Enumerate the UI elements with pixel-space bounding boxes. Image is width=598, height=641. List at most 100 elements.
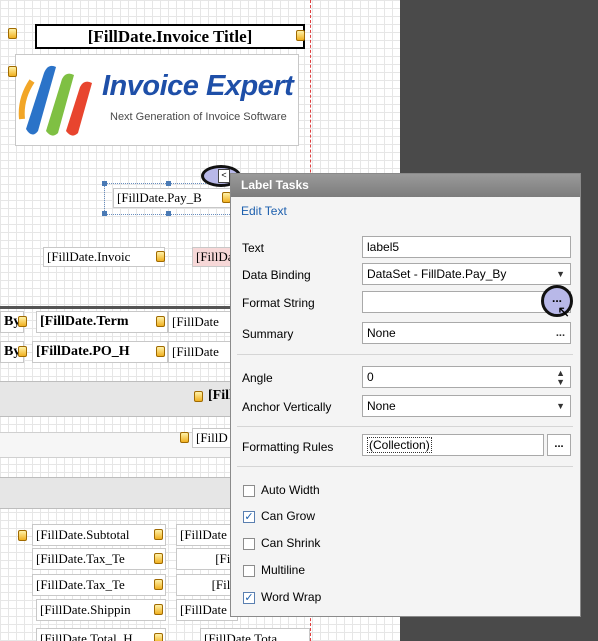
format-string-input[interactable] (362, 291, 571, 313)
logo-box[interactable]: Invoice Expert Next Generation of Invoic… (15, 54, 299, 146)
can-shrink-checkbox[interactable]: Can Shrink (243, 535, 320, 551)
summary-value: None (367, 326, 396, 340)
formatting-rules-ellipsis-button[interactable]: ... (547, 434, 571, 456)
divider (237, 426, 573, 427)
bind-pin-icon (154, 579, 163, 590)
subtotal-field[interactable]: [FillDate.Subtotal (32, 524, 166, 546)
bind-pin-icon (8, 66, 17, 77)
bind-pin-icon (156, 316, 165, 327)
divider (237, 354, 573, 355)
text-input[interactable]: label5 (362, 236, 571, 258)
chevron-down-icon: ▼ (556, 401, 565, 411)
tax1-right-field[interactable]: [Fil (176, 548, 238, 570)
logo-name: Invoice Expert (102, 70, 294, 102)
formatting-rules-label: Formatting Rules (242, 440, 334, 454)
bind-pin-icon (8, 28, 17, 39)
word-wrap-label: Word Wrap (261, 590, 322, 604)
resize-handle[interactable] (166, 181, 171, 186)
edit-text-link[interactable]: Edit Text (241, 204, 287, 218)
bind-pin-icon (18, 316, 27, 327)
bind-pin-icon (194, 391, 203, 402)
subtotal-right-field[interactable]: [FillDate (176, 524, 238, 546)
chevron-down-icon: ▼ (556, 269, 565, 279)
formatting-rules-value: (Collection) (367, 437, 432, 453)
total-right-text: [FillDate.Tota (204, 631, 278, 641)
ellipsis-icon: ... (554, 438, 564, 450)
checkbox-unchecked-icon (243, 484, 255, 497)
anchor-vertically-select[interactable]: None ▼ (362, 395, 571, 417)
tax2-text: [FillDate.Tax_Te (36, 577, 125, 592)
data-binding-label: Data Binding (242, 268, 311, 282)
terms-right-field[interactable]: [FillDate (168, 311, 238, 333)
bind-pin-icon (156, 346, 165, 357)
bind-pin-icon (154, 553, 163, 564)
checkbox-unchecked-icon (243, 537, 255, 550)
shipping-right-field[interactable]: [FillDate (176, 599, 238, 621)
checkbox-checked-icon: ✓ (243, 510, 255, 523)
tax2-field[interactable]: [FillDate.Tax_Te (32, 574, 166, 596)
format-string-label: Format String (242, 296, 315, 310)
band2-text: [FillD (196, 430, 228, 445)
subtotal-right-text: [FillDate (180, 527, 227, 542)
tax1-field[interactable]: [FillDate.Tax_Te (32, 548, 166, 570)
invoice-number-field[interactable]: [FillDate.Invoic (43, 247, 165, 267)
terms-text: [FillDate.Term (40, 314, 129, 329)
total-right-field[interactable]: [FillDate.Tota (200, 628, 310, 641)
multiline-label: Multiline (261, 563, 306, 577)
shipping-field[interactable]: [FillDate.Shippin (36, 599, 166, 621)
data-binding-select[interactable]: DataSet - FillDate.Pay_By ▼ (362, 263, 571, 285)
terms-field[interactable]: [FillDate.Term (36, 311, 168, 333)
invoice-number-text: [FillDate.Invoic (47, 249, 131, 264)
summary-label: Summary (242, 327, 294, 341)
auto-width-label: Auto Width (261, 483, 320, 497)
divider (237, 466, 573, 467)
spinner-arrows-icon: ▲ ▼ (556, 368, 565, 387)
multiline-checkbox[interactable]: Multiline (243, 562, 305, 578)
bind-pin-icon (156, 251, 165, 262)
resize-handle[interactable] (102, 211, 107, 216)
po-right-field[interactable]: [FillDate (168, 341, 238, 363)
po-text: [FillDate.PO_H (36, 344, 130, 359)
can-grow-checkbox[interactable]: ✓ Can Grow (243, 508, 315, 524)
angle-label: Angle (242, 371, 273, 385)
total-text: [FillDate.Total_H (40, 631, 133, 641)
tax2-right-field[interactable]: [Fill (176, 574, 238, 596)
word-wrap-checkbox[interactable]: ✓ Word Wrap (243, 589, 321, 605)
resize-handle[interactable] (102, 181, 107, 186)
total-field[interactable]: [FillDate.Total_H (36, 628, 166, 641)
bind-pin-icon (18, 346, 27, 357)
anchor-vertically-value: None (367, 399, 396, 413)
data-binding-value: DataSet - FillDate.Pay_By (367, 267, 507, 281)
ellipsis-button[interactable]: ... (556, 323, 565, 343)
summary-input[interactable]: None ... (362, 322, 571, 344)
terms-right-text: [FillDate (172, 314, 219, 329)
bind-pin-icon (18, 530, 27, 541)
shipping-text: [FillDate.Shippin (40, 602, 131, 617)
pay-by-field[interactable]: [FillDate.Pay_B (113, 188, 231, 208)
subtotal-text: [FillDate.Subtotal (36, 527, 130, 542)
po-field[interactable]: [FillDate.PO_H (32, 341, 168, 363)
logo-tagline: Next Generation of Invoice Software (110, 111, 287, 123)
formatting-rules-input[interactable]: (Collection) (362, 434, 544, 456)
bind-pin-icon (296, 30, 305, 41)
text-label: Text (242, 241, 265, 255)
angle-value: 0 (367, 370, 374, 384)
anchor-vertically-label: Anchor Vertically (242, 400, 332, 414)
tax1-text: [FillDate.Tax_Te (36, 551, 125, 566)
panel-title: Label Tasks (231, 174, 580, 197)
label-tasks-panel: Label Tasks Edit Text Text label5 Data B… (230, 173, 581, 617)
angle-spinner[interactable]: 0 ▲ ▼ (362, 366, 571, 388)
invoice-date-text: [FillDa (196, 249, 234, 264)
resize-handle[interactable] (166, 211, 171, 216)
smart-tag-arrow-icon: < (218, 169, 230, 183)
invoice-expert-logo-icon (18, 65, 92, 136)
mouse-cursor-icon: ↖ (557, 304, 571, 321)
bind-pin-icon (154, 604, 163, 615)
bind-pin-icon (154, 529, 163, 540)
shipping-right-text: [FillDate (180, 602, 227, 617)
text-input-value: label5 (367, 240, 400, 254)
bind-pin-icon (180, 432, 189, 443)
title-field[interactable]: [FillDate.Invoice Title] (35, 24, 305, 49)
checkbox-unchecked-icon (243, 564, 255, 577)
auto-width-checkbox[interactable]: Auto Width (243, 482, 320, 498)
